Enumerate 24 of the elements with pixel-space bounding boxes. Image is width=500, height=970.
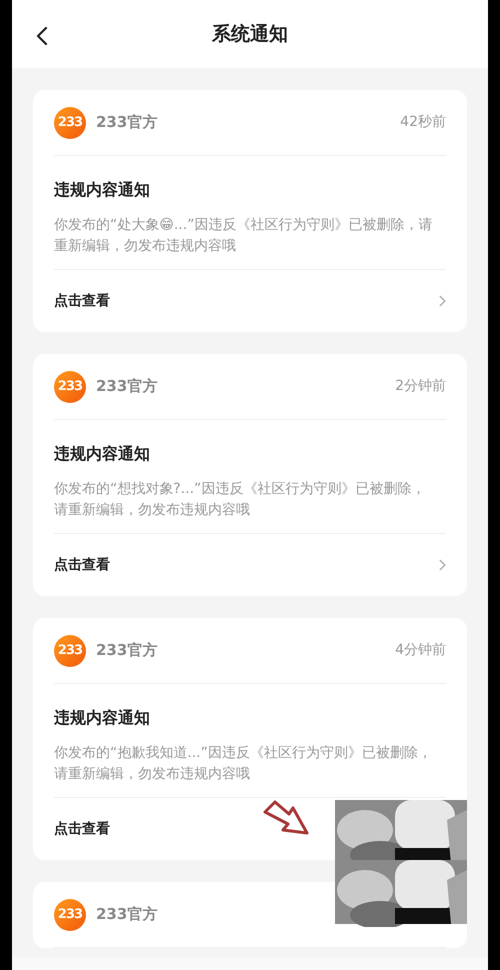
page-title: 系统通知 (212, 22, 288, 47)
back-icon (36, 25, 48, 47)
arrow-icon (263, 800, 309, 836)
notice-title: 违规内容通知 (54, 179, 151, 201)
notice-title: 违规内容通知 (54, 443, 151, 465)
back-button[interactable] (34, 24, 50, 48)
view-link[interactable]: 点击查看 (54, 554, 110, 576)
view-link[interactable]: 点击查看 (54, 290, 110, 312)
logo-badge: 233 (54, 898, 86, 930)
time-label: 2分钟前 (395, 377, 446, 396)
sender-name: 233官方 (96, 376, 158, 398)
sender-name: 233官方 (96, 904, 158, 926)
logo-badge: 233 (54, 370, 86, 402)
logo-badge: 233 (54, 634, 86, 666)
logo-badge: 233 (54, 106, 86, 138)
notice-title: 违规内容通知 (54, 707, 151, 729)
time-label: 42秒前 (400, 113, 446, 132)
sender-name: 233官方 (96, 640, 158, 662)
notice-body: 你发布的“抱歉我知道...”因违反《社区行为守则》已被删除，请重新编辑，勿发布违规内容哦 (54, 744, 433, 784)
view-link[interactable]: 点击查看 (54, 818, 110, 840)
notice-body: 你发布的“处大象😁...”因违反《社区行为守则》已被删除，请重新编辑，勿发布违规内容哦 (54, 216, 434, 256)
time-label: 4分钟前 (395, 641, 446, 660)
notice-body: 你发布的“想找对象?...”因违反《社区行为守则》已被删除，请重新编辑，勿发布违规内容哦 (54, 480, 426, 520)
sender-name: 233官方 (96, 112, 158, 134)
